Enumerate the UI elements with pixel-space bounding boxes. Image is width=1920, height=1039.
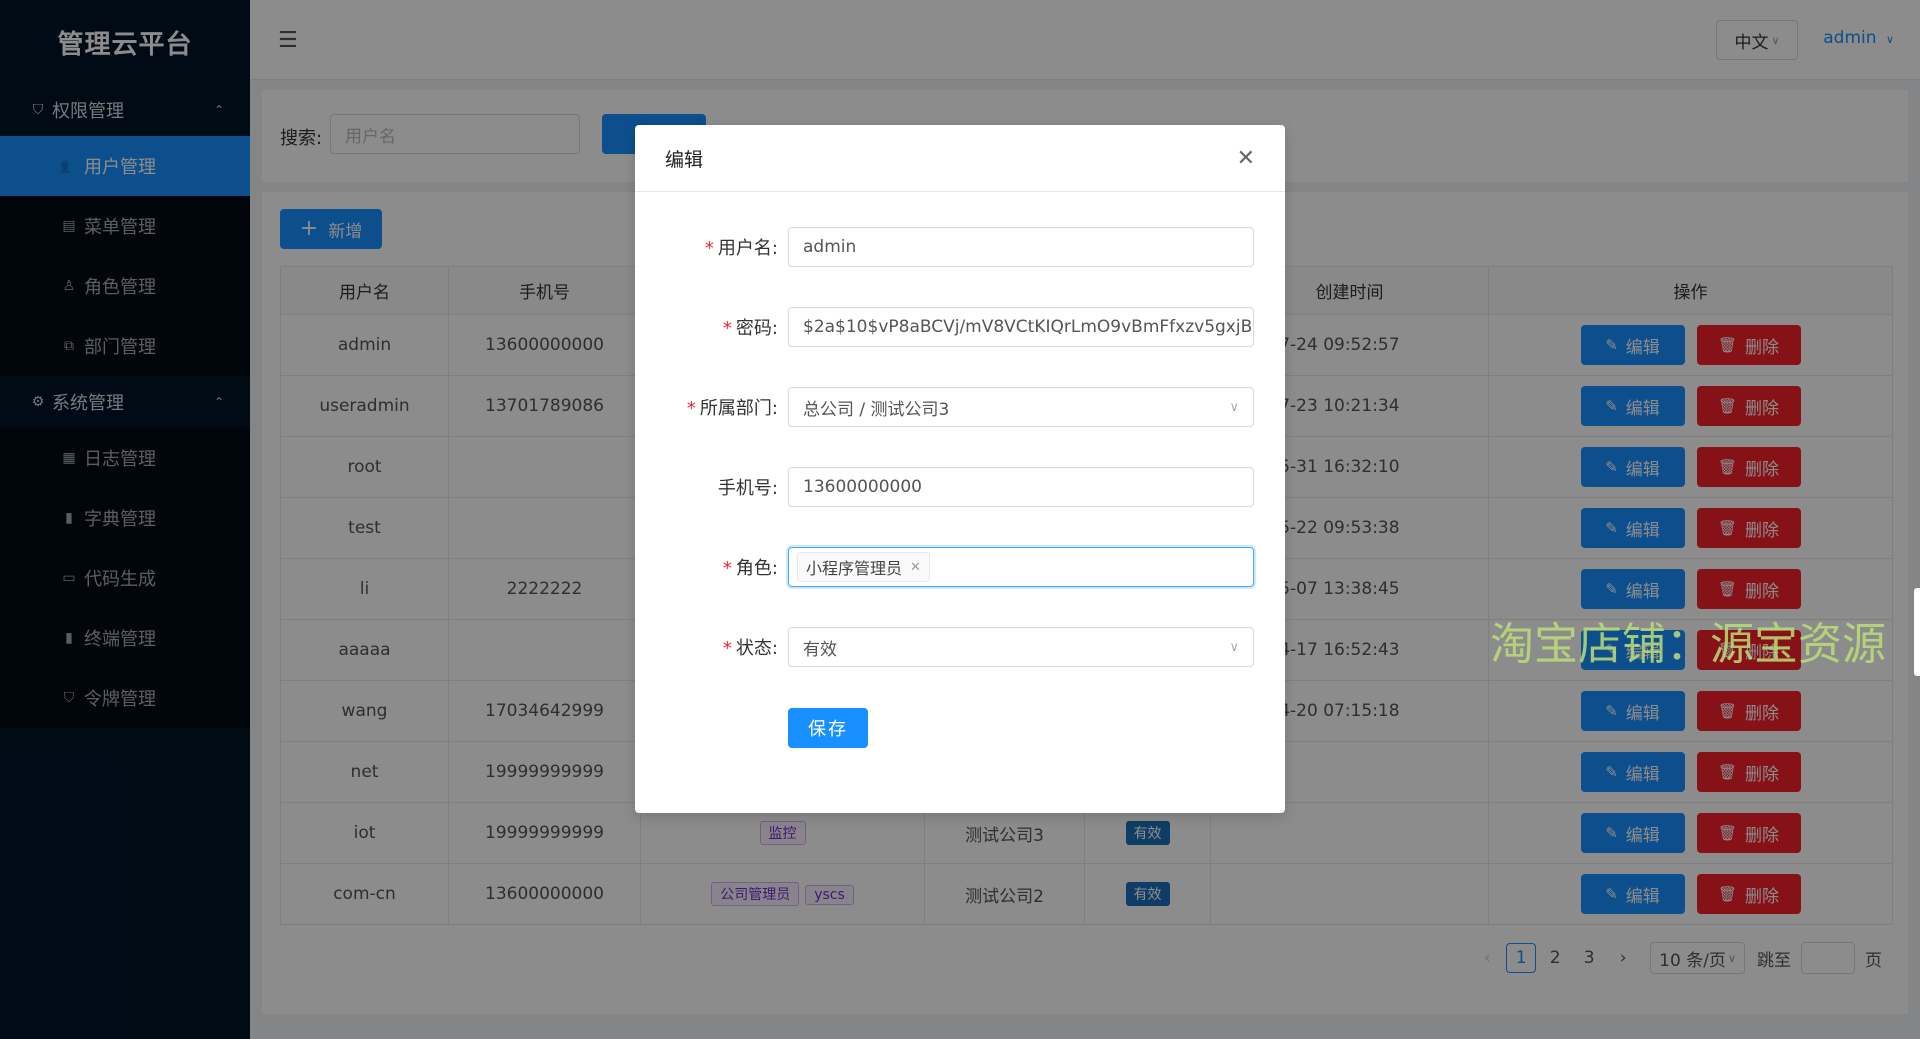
- status-label: * 状态:: [722, 638, 778, 659]
- required-mark: *: [686, 398, 696, 419]
- edit-modal: 编辑 ✕ * 用户名: admin * 密码: $2a$10$vP8aBCVj/mV…: [635, 125, 1285, 813]
- department-label: * 所属部门:: [686, 398, 778, 419]
- password-label: * 密码:: [722, 318, 778, 339]
- modal-title: 编辑: [665, 148, 704, 171]
- required-mark: *: [704, 238, 714, 259]
- edge-handle: [1914, 588, 1920, 676]
- form-row-status: * 状态: 有效 ∨: [635, 627, 1285, 667]
- phone-field[interactable]: 13600000000: [788, 467, 1254, 507]
- save-button[interactable]: 保存: [788, 708, 868, 748]
- username-label: * 用户名:: [704, 238, 778, 259]
- department-value: 总公司 / 测试公司3: [803, 399, 950, 420]
- form-row-phone: 手机号: 13600000000: [635, 467, 1285, 507]
- remove-tag-icon[interactable]: ✕: [910, 560, 921, 575]
- required-mark: *: [722, 318, 732, 339]
- close-icon[interactable]: ✕: [1237, 146, 1255, 171]
- role-label: * 角色:: [722, 558, 778, 579]
- form-row-password: * 密码: $2a$10$vP8aBCVj/mV8VCtKIQrLmO9vBmFf…: [635, 307, 1285, 347]
- watermark-text: 淘宝店铺：源宝资源: [1490, 619, 1886, 670]
- role-multiselect[interactable]: 小程序管理员 ✕: [788, 547, 1254, 587]
- chevron-down-icon: ∨: [1229, 639, 1239, 655]
- phone-label: 手机号:: [717, 478, 778, 499]
- form-row-role: * 角色: 小程序管理员 ✕: [635, 547, 1285, 587]
- role-tag-label: 小程序管理员: [806, 559, 903, 578]
- status-value: 有效: [803, 639, 837, 660]
- form-row-username: * 用户名: admin: [635, 227, 1285, 267]
- username-field[interactable]: admin: [788, 227, 1254, 267]
- chevron-down-icon: ∨: [1229, 399, 1239, 415]
- modal-header: 编辑 ✕: [635, 125, 1285, 192]
- required-mark: *: [722, 638, 732, 659]
- role-tag: 小程序管理员 ✕: [797, 552, 930, 582]
- required-mark: *: [722, 558, 732, 579]
- password-field[interactable]: $2a$10$vP8aBCVj/mV8VCtKIQrLmO9vBmFfxzv5g…: [788, 307, 1254, 347]
- form-row-department: * 所属部门: 总公司 / 测试公司3 ∨: [635, 387, 1285, 427]
- status-select[interactable]: 有效 ∨: [788, 627, 1254, 667]
- department-cascader[interactable]: 总公司 / 测试公司3 ∨: [788, 387, 1254, 427]
